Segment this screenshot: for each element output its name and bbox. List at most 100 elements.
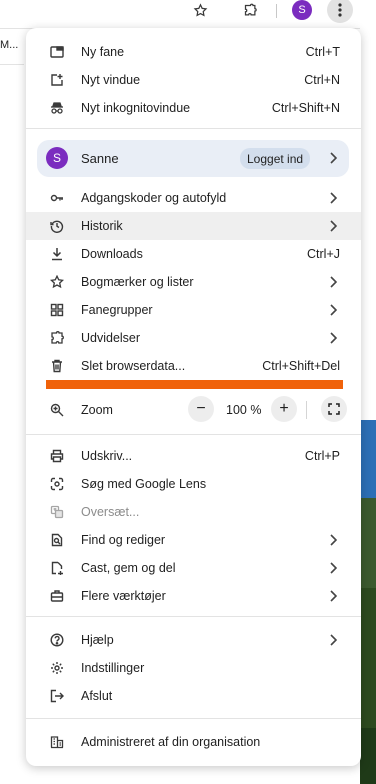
menu-item-clear-data[interactable]: Slet browserdata... Ctrl+Shift+Del <box>26 352 361 380</box>
chevron-right-icon <box>329 634 338 646</box>
zoom-in-button[interactable]: + <box>271 396 297 422</box>
key-icon <box>50 191 64 205</box>
menu-item-translate: Oversæt... <box>26 498 361 526</box>
menu-divider <box>26 434 361 435</box>
menu-item-extensions[interactable]: Udvidelser <box>26 324 361 352</box>
shortcut-text: Ctrl+Shift+Del <box>262 359 340 373</box>
new-tab-icon <box>50 45 64 59</box>
signed-in-badge: Logget ind <box>240 148 311 169</box>
zoom-level: 100 % <box>226 403 262 417</box>
toolbox-icon <box>50 589 64 603</box>
trash-icon <box>50 359 64 373</box>
help-icon <box>50 633 64 647</box>
shortcut-text: Ctrl+J <box>307 247 340 261</box>
tab-groups-icon <box>50 303 64 317</box>
zoom-label: Zoom <box>81 403 113 417</box>
profile-avatar: S <box>46 147 68 169</box>
menu-item-label: Nyt inkognitovindue <box>81 101 191 115</box>
menu-divider <box>26 616 361 617</box>
save-share-icon <box>50 561 64 575</box>
menu-item-label: Udvidelser <box>81 331 141 345</box>
menu-item-google-lens[interactable]: Søg med Google Lens <box>26 470 361 498</box>
chevron-right-icon <box>329 152 338 164</box>
chevron-right-icon <box>329 276 338 288</box>
menu-item-label: Administreret af din organisation <box>81 735 261 749</box>
menu-item-label: Flere værktøjer <box>81 589 166 603</box>
download-icon <box>50 247 64 261</box>
menu-item-incognito[interactable]: Nyt inkognitovindue Ctrl+Shift+N <box>26 94 361 122</box>
printer-icon <box>50 449 64 463</box>
menu-item-passwords[interactable]: Adgangskoder og autofyld <box>26 184 361 212</box>
menu-item-new-tab[interactable]: Ny fane Ctrl+T <box>26 38 361 66</box>
chevron-right-icon <box>329 562 338 574</box>
shortcut-text: Ctrl+Shift+N <box>271 101 340 115</box>
menu-item-print[interactable]: Udskriv... Ctrl+P <box>26 442 361 470</box>
menu-item-more-tools[interactable]: Flere værktøjer <box>26 582 361 610</box>
profile-row[interactable]: S Sanne Logget ind <box>37 140 349 177</box>
menu-item-label: Udskriv... <box>81 449 133 463</box>
zoom-row: Zoom − 100 % + <box>26 396 361 424</box>
profile-avatar-button[interactable]: S <box>292 0 312 20</box>
menu-item-history[interactable]: Historik <box>26 212 361 240</box>
bookmark-star-icon[interactable] <box>190 0 210 20</box>
zoom-magnifier-icon <box>50 403 64 417</box>
menu-item-label: Hjælp <box>81 633 114 647</box>
menu-divider <box>26 718 361 719</box>
chevron-right-icon <box>329 192 338 204</box>
menu-item-label: Nyt vindue <box>81 73 141 87</box>
find-in-page-icon <box>50 533 64 547</box>
translate-icon <box>50 505 64 519</box>
menu-item-label: Historik <box>81 219 123 233</box>
google-lens-icon <box>50 477 64 491</box>
chevron-right-icon <box>329 534 338 546</box>
shortcut-text: Ctrl+P <box>304 449 340 463</box>
chevron-right-icon <box>329 220 338 232</box>
menu-item-cast[interactable]: Cast, gem og del <box>26 554 361 582</box>
highlight-annotation-bar <box>46 380 343 389</box>
browser-toolbar: S <box>0 0 376 29</box>
background-page-strip <box>360 28 376 784</box>
exit-icon <box>50 689 64 703</box>
incognito-icon <box>50 101 64 115</box>
menu-item-label: Bogmærker og lister <box>81 275 194 289</box>
chevron-right-icon <box>329 332 338 344</box>
zoom-divider <box>306 401 307 419</box>
menu-item-managed[interactable]: Administreret af din organisation <box>26 728 361 756</box>
menu-item-bookmarks[interactable]: Bogmærker og lister <box>26 268 361 296</box>
menu-item-label: Slet browserdata... <box>81 359 186 373</box>
menu-item-exit[interactable]: Afslut <box>26 682 361 710</box>
menu-item-label: Oversæt... <box>81 505 140 519</box>
gear-icon <box>50 661 64 675</box>
shortcut-text: Ctrl+N <box>304 73 340 87</box>
page-divider <box>0 64 24 65</box>
menu-item-new-window[interactable]: Nyt vindue Ctrl+N <box>26 66 361 94</box>
fullscreen-icon <box>328 403 340 415</box>
toolbar-divider <box>276 4 277 18</box>
menu-item-label: Afslut <box>81 689 113 703</box>
browser-menu: Ny fane Ctrl+T Nyt vindue Ctrl+N Nyt ink… <box>26 28 361 766</box>
chevron-right-icon <box>329 590 338 602</box>
fullscreen-button[interactable] <box>321 396 347 422</box>
menu-item-tab-groups[interactable]: Fanegrupper <box>26 296 361 324</box>
menu-item-help[interactable]: Hjælp <box>26 626 361 654</box>
menu-item-label: Indstillinger <box>81 661 145 675</box>
star-icon <box>50 275 64 289</box>
shortcut-text: Ctrl+T <box>305 45 340 59</box>
new-window-icon <box>50 73 64 87</box>
zoom-out-button[interactable]: − <box>188 396 214 422</box>
page-text-fragment: M... <box>0 39 19 51</box>
puzzle-icon <box>50 331 64 345</box>
menu-item-downloads[interactable]: Downloads Ctrl+J <box>26 240 361 268</box>
menu-item-label: Søg med Google Lens <box>81 477 207 491</box>
avatar: S <box>292 0 312 20</box>
menu-item-find[interactable]: Find og rediger <box>26 526 361 554</box>
menu-item-settings[interactable]: Indstillinger <box>26 654 361 682</box>
extensions-puzzle-icon[interactable] <box>240 0 260 20</box>
menu-item-label: Cast, gem og del <box>81 561 176 575</box>
menu-item-label: Find og rediger <box>81 533 166 547</box>
profile-name: Sanne <box>81 151 119 166</box>
history-icon <box>50 219 64 233</box>
menu-kebab-button[interactable] <box>327 0 353 23</box>
menu-item-label: Ny fane <box>81 45 125 59</box>
chevron-right-icon <box>329 304 338 316</box>
